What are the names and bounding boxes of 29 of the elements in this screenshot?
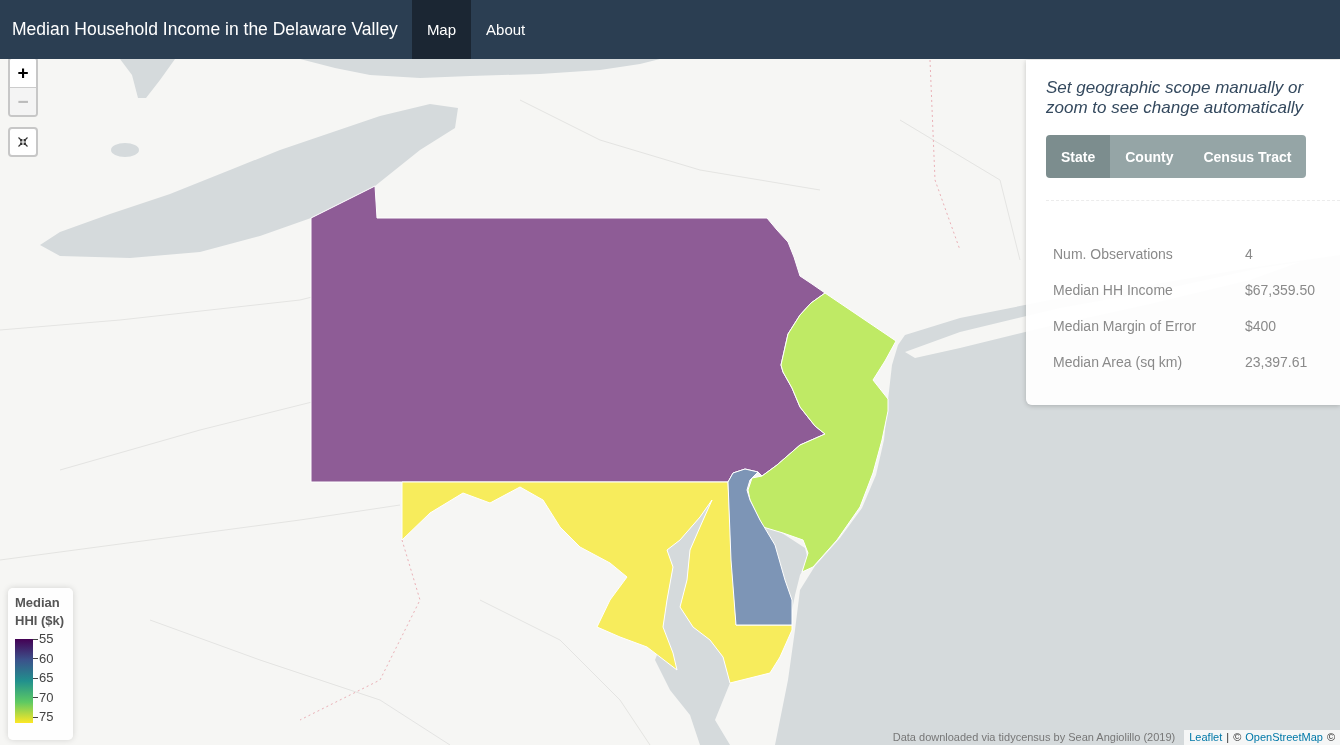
- app-title: Median Household Income in the Delaware Valley: [11, 18, 399, 41]
- legend-title: Median HHI ($k): [15, 594, 66, 630]
- scope-toggle[interactable]: State: [1046, 135, 1111, 178]
- legend-tick-label: 65: [33, 670, 54, 686]
- panel-heading: Set geographic scope manually or zoom to see change automatically: [1046, 78, 1305, 118]
- stat-value: 23,397.61: [1244, 353, 1309, 372]
- attribution-link[interactable]: Leaflet: [1189, 730, 1223, 745]
- source-note: Data downloaded via tidycensus by Sean Angiolillo (2019): [892, 730, 1177, 745]
- stat-value: $400: [1244, 317, 1278, 336]
- stat-label: Median Area (sq km): [1052, 353, 1184, 372]
- attribution-text: ©: [1233, 730, 1242, 745]
- legend-tick-label: 70: [33, 689, 54, 706]
- stat-value: $67,359.50: [1244, 281, 1317, 300]
- compress-arrows-icon: [18, 137, 28, 147]
- legend-tick-label: 75: [33, 709, 54, 725]
- nav-tab[interactable]: About: [471, 0, 541, 59]
- scope-toggle[interactable]: Census Tract: [1188, 135, 1307, 178]
- attribution-text: ©: [1326, 730, 1335, 745]
- stat-label: Median Margin of Error: [1052, 317, 1198, 336]
- attribution-text: |: [1226, 730, 1230, 745]
- legend-tick-label: 60: [33, 650, 54, 667]
- legend-tick-label: 55: [33, 631, 54, 647]
- stat-value: 4: [1244, 245, 1254, 264]
- nav-tab[interactable]: Map: [411, 0, 472, 59]
- stat-label: Num. Observations: [1052, 245, 1174, 264]
- reset-view-button[interactable]: [8, 127, 38, 157]
- attribution-link[interactable]: OpenStreetMap: [1245, 730, 1323, 745]
- scope-toggle[interactable]: County: [1110, 135, 1189, 178]
- stat-label: Median HH Income: [1052, 281, 1174, 300]
